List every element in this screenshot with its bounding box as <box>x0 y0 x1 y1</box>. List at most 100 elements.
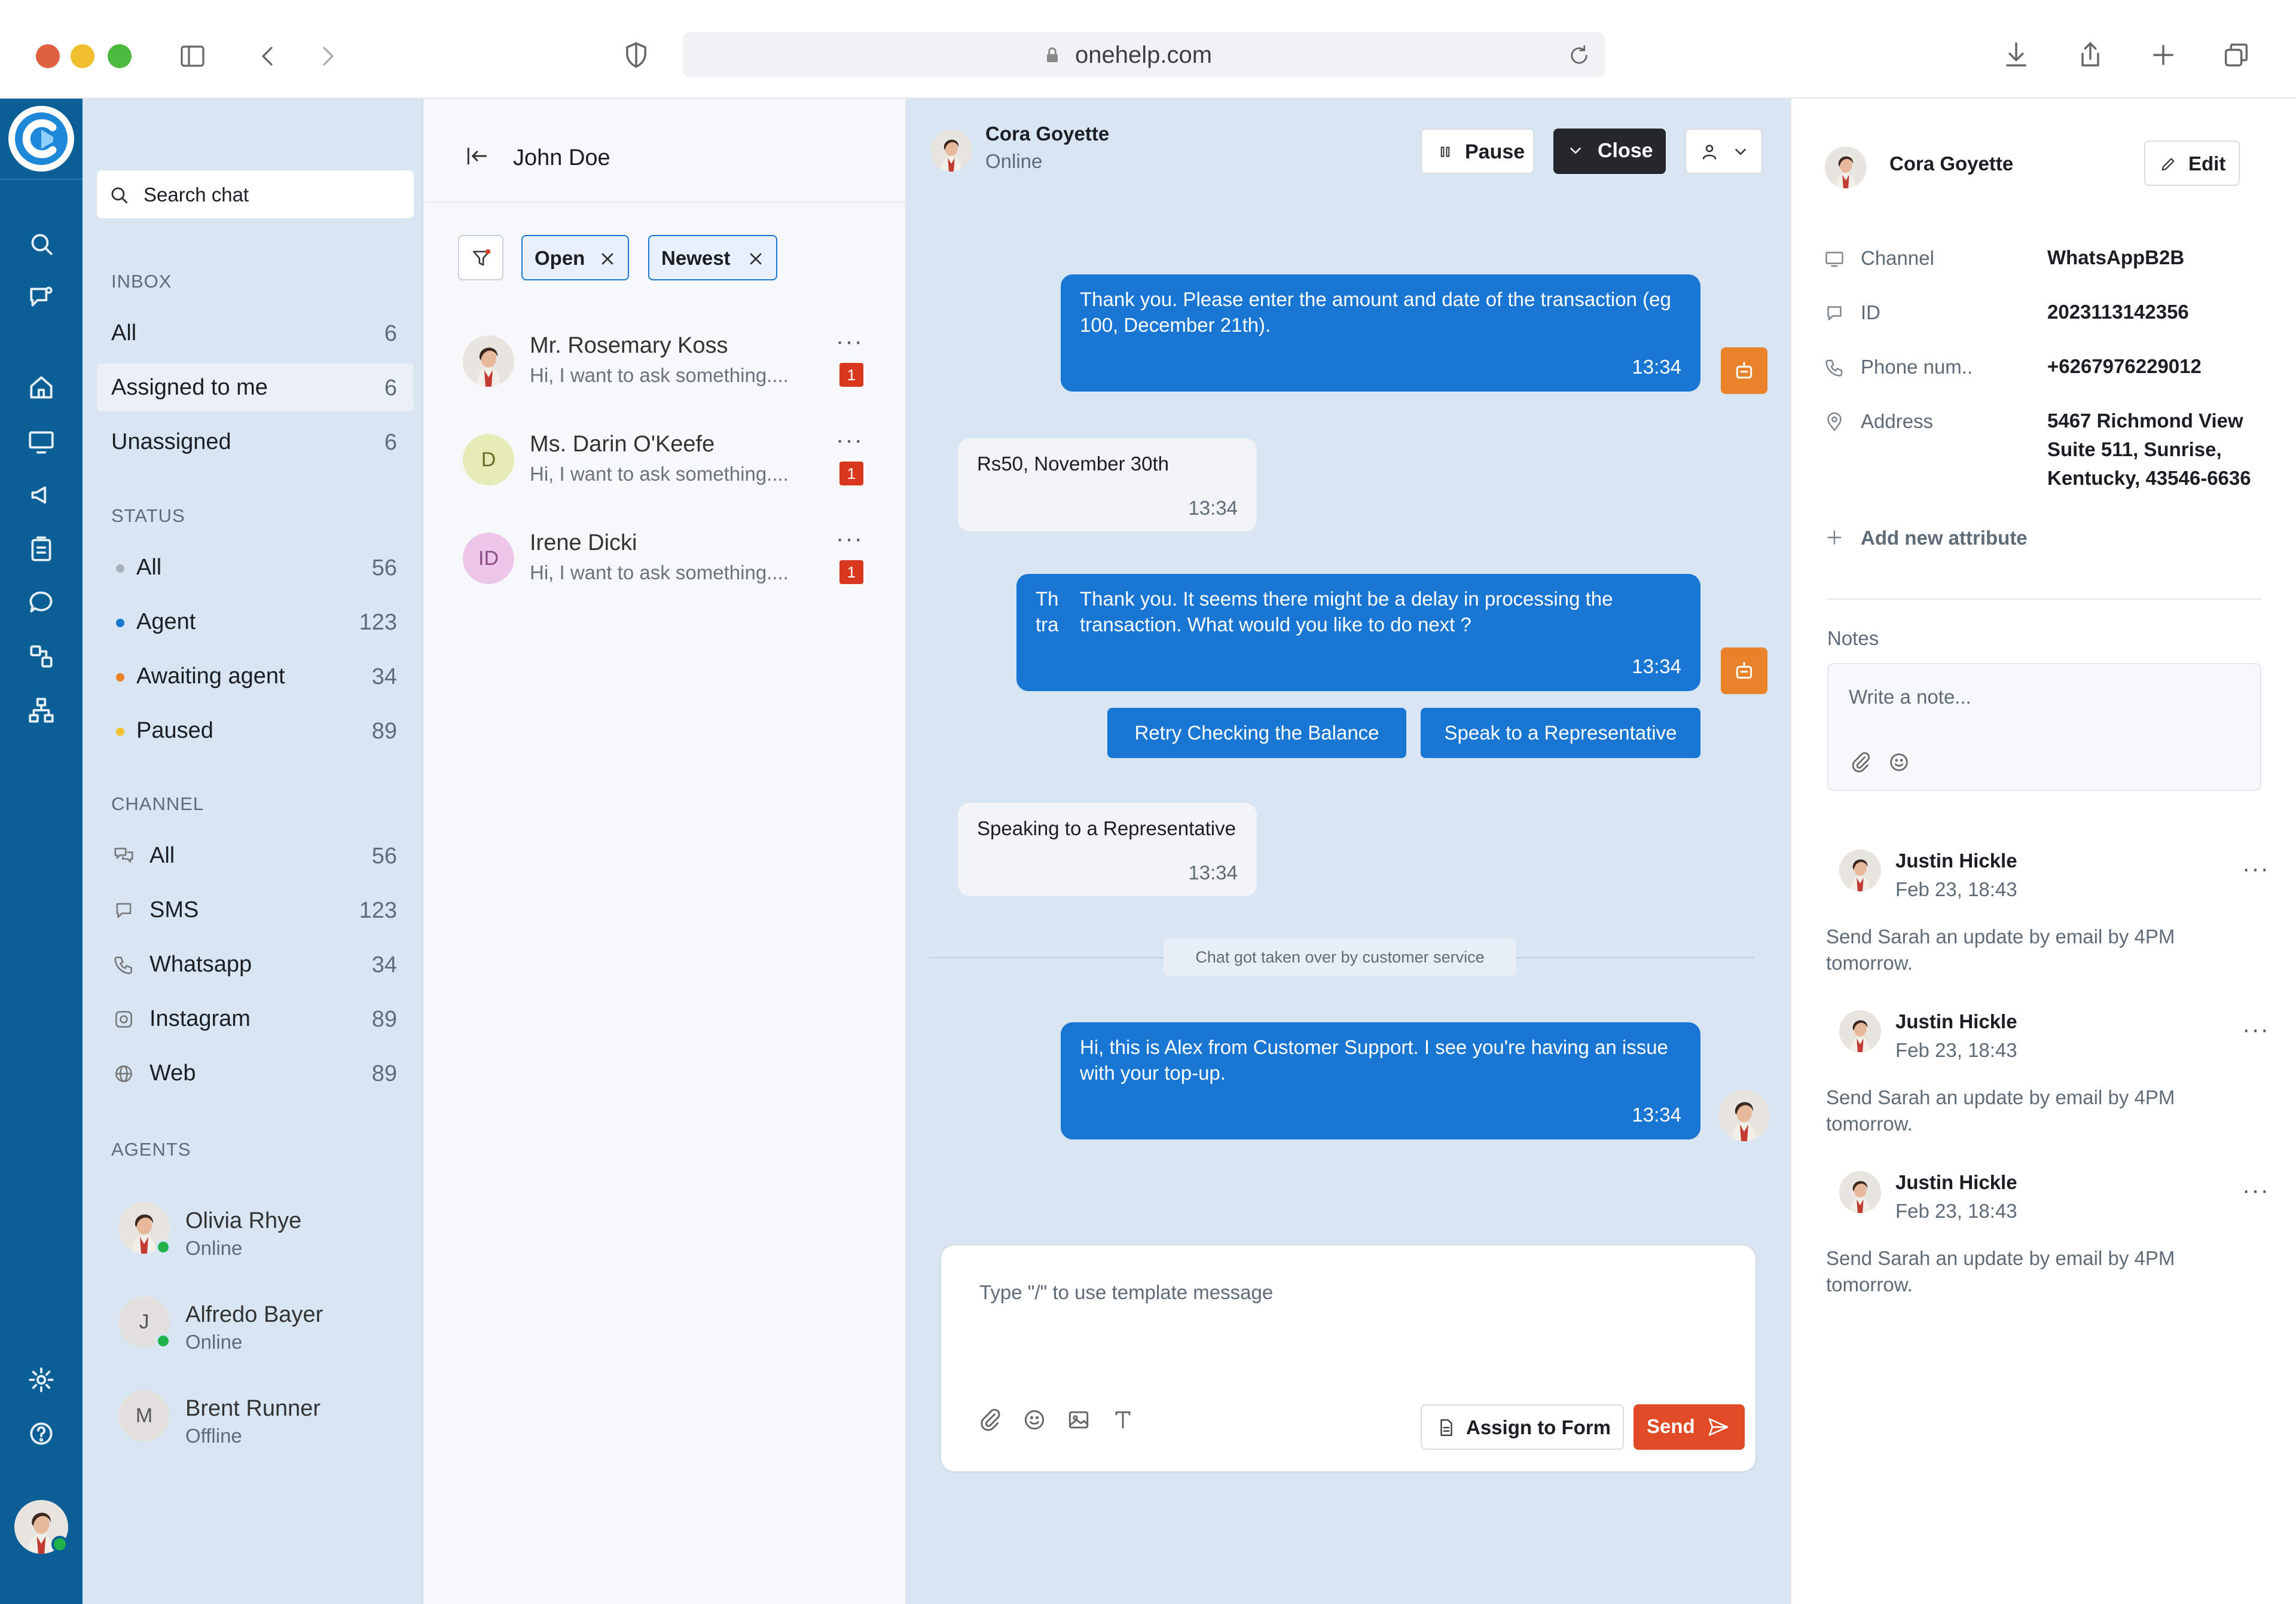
text-format-icon[interactable] <box>1110 1407 1136 1433</box>
channel-item-label: Whatsapp <box>149 952 252 977</box>
status-item-awaiting-agent[interactable]: Awaiting agent 34 <box>97 652 414 700</box>
attribute-key: Address <box>1861 410 1934 432</box>
contact-name: Ms. Darin O'Keefe <box>530 432 715 457</box>
inbox-chat-icon[interactable] <box>26 283 56 313</box>
chat-bubble-icon[interactable] <box>26 588 56 618</box>
status-item-paused[interactable]: Paused 89 <box>97 707 414 754</box>
status-item-label: Agent <box>136 609 196 634</box>
chats-icon <box>114 848 133 863</box>
bot-sender-icon <box>1721 647 1767 694</box>
reload-icon[interactable] <box>1567 43 1592 68</box>
channel-item-whatsapp[interactable]: Whatsapp 34 <box>97 940 414 988</box>
filter-chip-open[interactable]: Open <box>521 235 629 280</box>
agents-section-title: AGENTS <box>111 1139 191 1160</box>
attachment-icon[interactable] <box>977 1407 1003 1433</box>
search-icon[interactable] <box>26 229 56 259</box>
help-icon[interactable] <box>26 1419 56 1449</box>
search-chat-input[interactable]: Search chat <box>97 170 414 218</box>
channel-item-all[interactable]: All 56 <box>97 832 414 879</box>
tabs-overview-icon[interactable] <box>2221 39 2252 71</box>
assign-to-form-button[interactable]: Assign to Form <box>1421 1404 1624 1450</box>
window-close-dot[interactable] <box>36 44 60 68</box>
unread-badge: 1 <box>839 363 863 387</box>
image-icon[interactable] <box>1065 1407 1092 1433</box>
emoji-icon[interactable] <box>1021 1407 1048 1433</box>
agent-olivia-rhye[interactable]: Olivia Rhye Online <box>118 1202 405 1268</box>
app-logo[interactable] <box>8 106 74 172</box>
message-text: Rs50, November 30th <box>977 453 1169 475</box>
org-chart-icon[interactable] <box>26 695 56 725</box>
share-icon[interactable] <box>2075 39 2106 71</box>
close-button[interactable]: Close <box>1553 129 1666 174</box>
channel-section-title: CHANNEL <box>111 793 204 814</box>
emoji-icon[interactable] <box>1887 750 1911 774</box>
conversation-item[interactable]: ID Irene Dicki Hi, I want to ask somethi… <box>463 521 881 604</box>
note-item: Justin Hickle Feb 23, 18:43 ··· Send Sar… <box>1826 1171 2270 1315</box>
inbox-item-assigned-to-me[interactable]: Assigned to me 6 <box>97 363 414 411</box>
more-options-icon[interactable]: ··· <box>2242 1177 2270 1204</box>
status-item-agent[interactable]: Agent 123 <box>97 598 414 646</box>
remove-chip-icon[interactable] <box>598 249 617 268</box>
quick-reply-speak-representative[interactable]: Speak to a Representative <box>1421 708 1700 758</box>
truncated-message-fragment: Th tra <box>1036 588 1059 636</box>
message-composer[interactable]: Type "/" to use template message Assign … <box>940 1244 1757 1472</box>
outgoing-message: Hi, this is Alex from Customer Support. … <box>1061 1022 1700 1139</box>
more-options-icon[interactable]: ··· <box>2242 856 2270 882</box>
download-icon[interactable] <box>2001 39 2032 71</box>
inbox-item-unassigned[interactable]: Unassigned 6 <box>97 418 414 466</box>
remove-chip-icon[interactable] <box>746 249 765 268</box>
list-title: John Doe <box>513 145 610 170</box>
status-item-all[interactable]: All 56 <box>97 543 414 591</box>
new-tab-icon[interactable] <box>2148 39 2179 71</box>
more-options-icon[interactable]: ··· <box>836 328 863 355</box>
channel-item-web[interactable]: Web 89 <box>97 1049 414 1097</box>
channel-item-count: 123 <box>359 898 397 923</box>
channel-item-instagram[interactable]: Instagram 89 <box>97 995 414 1043</box>
note-text: Send Sarah an update by email by 4PM tom… <box>1826 1247 2175 1296</box>
conversation-item[interactable]: D Ms. Darin O'Keefe Hi, I want to ask so… <box>463 422 881 506</box>
send-button[interactable]: Send <box>1634 1404 1745 1450</box>
conversation-item[interactable]: Mr. Rosemary Koss Hi, I want to ask some… <box>463 323 881 407</box>
add-attribute-button[interactable]: Add new attribute <box>1824 524 2063 554</box>
agent-avatar: M <box>118 1390 170 1441</box>
window-minimize-dot[interactable] <box>71 44 94 68</box>
online-indicator <box>155 1239 171 1255</box>
back-arrow-icon[interactable] <box>254 42 282 71</box>
window-maximize-dot[interactable] <box>108 44 132 68</box>
more-options-icon[interactable]: ··· <box>2242 1016 2270 1043</box>
monitor-icon[interactable] <box>26 426 56 456</box>
pause-button[interactable]: Pause <box>1421 129 1534 174</box>
quick-reply-retry-balance[interactable]: Retry Checking the Balance <box>1107 708 1406 758</box>
attachment-icon[interactable] <box>1849 750 1873 774</box>
collapse-left-icon[interactable] <box>464 143 490 169</box>
attribute-key: Phone num.. <box>1861 356 1973 378</box>
inbox-item-all[interactable]: All 6 <box>97 309 414 357</box>
status-item-label: Paused <box>136 718 213 743</box>
channel-item-count: 56 <box>371 844 397 869</box>
note-input[interactable]: Write a note... <box>1827 663 2261 791</box>
filter-button[interactable] <box>458 235 503 280</box>
status-dot <box>116 564 124 573</box>
clipboard-icon[interactable] <box>26 534 56 564</box>
agent-alfredo-bayer[interactable]: J Alfredo Bayer Online <box>118 1296 405 1362</box>
filter-chip-newest[interactable]: Newest <box>648 235 777 280</box>
inbox-item-count: 6 <box>384 430 397 455</box>
edit-button[interactable]: Edit <box>2144 140 2240 186</box>
channel-item-sms[interactable]: SMS 123 <box>97 886 414 934</box>
forward-arrow-icon[interactable] <box>313 42 342 71</box>
settings-gear-icon[interactable] <box>26 1365 56 1395</box>
status-item-label: All <box>136 555 162 580</box>
agent-brent-runner[interactable]: M Brent Runner Offline <box>118 1390 405 1456</box>
online-indicator <box>155 1333 171 1349</box>
megaphone-icon[interactable] <box>26 480 56 510</box>
address-bar[interactable]: onehelp.com <box>683 32 1605 78</box>
channel-item-count: 89 <box>371 1007 397 1032</box>
home-icon[interactable] <box>26 372 56 402</box>
sidebar-toggle-icon[interactable] <box>178 42 207 71</box>
channel-item-label: SMS <box>149 897 199 922</box>
integrations-icon[interactable] <box>26 641 56 671</box>
assign-agent-dropdown[interactable] <box>1685 129 1763 174</box>
more-options-icon[interactable]: ··· <box>836 427 863 454</box>
more-options-icon[interactable]: ··· <box>836 525 863 552</box>
shield-icon[interactable] <box>621 39 652 71</box>
